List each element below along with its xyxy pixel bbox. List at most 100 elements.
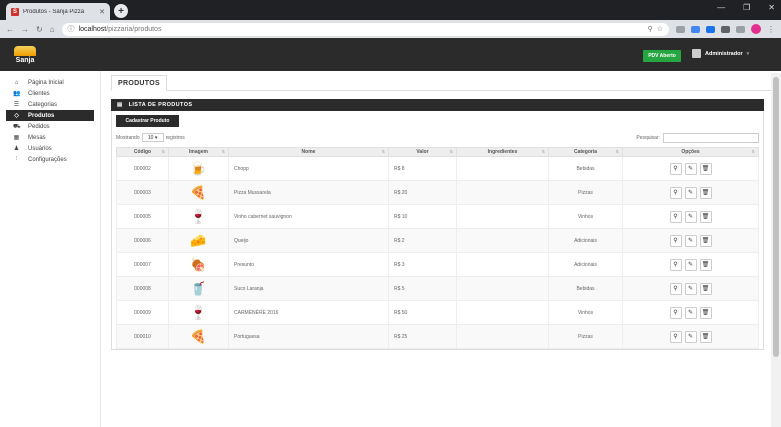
delete-button[interactable]: 🗑 xyxy=(699,162,712,175)
reload-icon[interactable]: ↻ xyxy=(36,25,43,34)
column-header-nome[interactable]: Nome ⇅ xyxy=(228,147,389,157)
edit-button[interactable]: ✎ xyxy=(684,282,697,295)
cell-ingredients xyxy=(456,300,549,325)
pizza-icon: 🍕 xyxy=(168,324,229,349)
delete-button[interactable]: 🗑 xyxy=(699,306,712,319)
edit-button[interactable]: ✎ xyxy=(684,330,697,343)
new-tab-button[interactable]: + xyxy=(114,4,128,18)
cell-name: Queijo xyxy=(228,228,389,253)
sidebar-item-pedidos[interactable]: ⛟ Pedidos xyxy=(6,121,94,132)
search-input[interactable] xyxy=(663,132,759,143)
cell-ingredients xyxy=(456,276,549,301)
cell-options: ⚲ ✎ 🗑 xyxy=(622,252,759,277)
browser-menu-icon[interactable]: ⋮ xyxy=(767,25,775,34)
sort-icon: ⇅ xyxy=(221,149,225,154)
cell-price: R$ 25 xyxy=(388,324,457,349)
close-window-icon[interactable]: ✕ xyxy=(768,3,775,12)
cell-category: Pizzas xyxy=(548,324,623,349)
cell-name: Portuguesa xyxy=(228,324,389,349)
zoom-icon[interactable]: ⚲ xyxy=(648,25,653,33)
extension-icon[interactable] xyxy=(736,25,745,33)
view-button[interactable]: ⚲ xyxy=(669,162,682,175)
delete-button[interactable]: 🗑 xyxy=(699,234,712,247)
sort-icon: ⇅ xyxy=(615,149,619,154)
view-button[interactable]: ⚲ xyxy=(669,330,682,343)
column-header-opcoes[interactable]: Opções ⇅ xyxy=(622,147,759,157)
app-logo[interactable]: Sanja xyxy=(8,43,42,67)
close-tab-icon[interactable]: ✕ xyxy=(99,8,105,16)
view-button[interactable]: ⚲ xyxy=(669,282,682,295)
cell-price: R$ 20 xyxy=(388,180,457,205)
cell-category: Vinhos xyxy=(548,204,623,229)
delete-button[interactable]: 🗑 xyxy=(699,210,712,223)
page-scrollbar[interactable] xyxy=(771,73,781,427)
browser-tab-title: Produtos - Sanja Pizza xyxy=(23,8,85,15)
extensions: ⋮ xyxy=(676,24,775,34)
edit-button[interactable]: ✎ xyxy=(684,186,697,199)
column-header-valor[interactable]: Valor ⇅ xyxy=(388,147,457,157)
table-row: 000003 🍕 Pizza Mussarela R$ 20 Pizzas ⚲ ✎… xyxy=(116,180,759,205)
delete-button[interactable]: 🗑 xyxy=(699,258,712,271)
main-content: PRODUTOS ▤ LISTA DE PRODUTOS Cadastrar P… xyxy=(101,71,781,427)
showing-suffix: registros xyxy=(165,134,185,141)
column-header-categoria[interactable]: Categoria ⇅ xyxy=(548,147,623,157)
sidebar-item-mesas[interactable]: ▦ Mesas xyxy=(6,132,94,143)
view-button[interactable]: ⚲ xyxy=(669,306,682,319)
juice-cup-icon: 🥤 xyxy=(168,276,229,301)
sidebar-item-pagina-inicial[interactable]: ⌂ Página Inicial xyxy=(6,77,94,88)
forward-icon[interactable]: → xyxy=(21,25,29,34)
back-icon[interactable]: ← xyxy=(6,25,14,34)
view-button[interactable]: ⚲ xyxy=(669,210,682,223)
page-length-select[interactable]: 10 ▾ xyxy=(141,133,164,142)
edit-button[interactable]: ✎ xyxy=(684,162,697,175)
view-button[interactable]: ⚲ xyxy=(669,258,682,271)
column-header-ingredientes[interactable]: Ingredientes ⇅ xyxy=(456,147,549,157)
column-header-codigo[interactable]: Código ⇅ xyxy=(116,147,169,157)
cell-ingredients xyxy=(456,204,549,229)
edit-button[interactable]: ✎ xyxy=(684,210,697,223)
sidebar-item-produtos[interactable]: ◇ Produtos xyxy=(6,110,94,121)
tab-produtos[interactable]: PRODUTOS xyxy=(111,75,167,91)
sidebar-item-categorias[interactable]: ☰ Categorias xyxy=(6,99,94,110)
scrollbar-thumb[interactable] xyxy=(773,77,779,357)
column-header-imagem[interactable]: Imagem ⇅ xyxy=(168,147,229,157)
cell-ingredients xyxy=(456,252,549,277)
extension-icon[interactable] xyxy=(706,25,715,33)
extension-icon[interactable] xyxy=(721,25,730,33)
sidebar-item-configuracoes[interactable]: ⫶ Configurações xyxy=(6,154,94,165)
sidebar-item-usuarios[interactable]: ♟ Usuários xyxy=(6,143,94,154)
home-browser-icon[interactable]: ⌂ xyxy=(50,25,55,34)
sort-icon: ⇅ xyxy=(449,149,453,154)
delete-button[interactable]: 🗑 xyxy=(699,186,712,199)
edit-button[interactable]: ✎ xyxy=(684,258,697,271)
add-product-button[interactable]: Cadastrar Produto xyxy=(116,115,179,127)
delete-button[interactable]: 🗑 xyxy=(699,330,712,343)
minimize-icon[interactable]: — xyxy=(717,3,725,12)
extension-icon[interactable] xyxy=(691,25,700,33)
maximize-icon[interactable]: ❐ xyxy=(743,3,750,12)
cell-price: R$ 2 xyxy=(388,228,457,253)
address-bar[interactable]: ⓘ localhost/pizzaria/produtos ⚲ ☆ xyxy=(61,22,669,36)
cell-category: Pizzas xyxy=(548,180,623,205)
bookmark-star-icon[interactable]: ☆ xyxy=(657,25,663,33)
delete-button[interactable]: 🗑 xyxy=(699,282,712,295)
profile-avatar-icon[interactable] xyxy=(751,24,761,34)
showing-prefix: Mostrando xyxy=(116,134,140,141)
cell-code: 000003 xyxy=(116,180,169,205)
browser-tab[interactable]: S Produtos - Sanja Pizza ✕ xyxy=(6,3,110,20)
sidebar-item-label: Mesas xyxy=(28,134,46,141)
sidebar-item-clientes[interactable]: 👥 Clientes xyxy=(6,88,94,99)
cell-category: Adicionais xyxy=(548,252,623,277)
page-length-value: 10 xyxy=(147,134,154,141)
home-icon: ⌂ xyxy=(14,79,19,86)
sort-icon: ⇅ xyxy=(381,149,385,154)
edit-button[interactable]: ✎ xyxy=(684,306,697,319)
view-button[interactable]: ⚲ xyxy=(669,186,682,199)
cheese-icon: 🧀 xyxy=(168,228,229,253)
pdv-status-button[interactable]: PDV Aberto xyxy=(643,50,681,62)
info-icon[interactable]: ⓘ xyxy=(68,24,75,34)
edit-button[interactable]: ✎ xyxy=(684,234,697,247)
user-menu[interactable]: Administrador ▾ xyxy=(692,49,749,58)
extension-icon[interactable] xyxy=(676,25,685,33)
view-button[interactable]: ⚲ xyxy=(669,234,682,247)
